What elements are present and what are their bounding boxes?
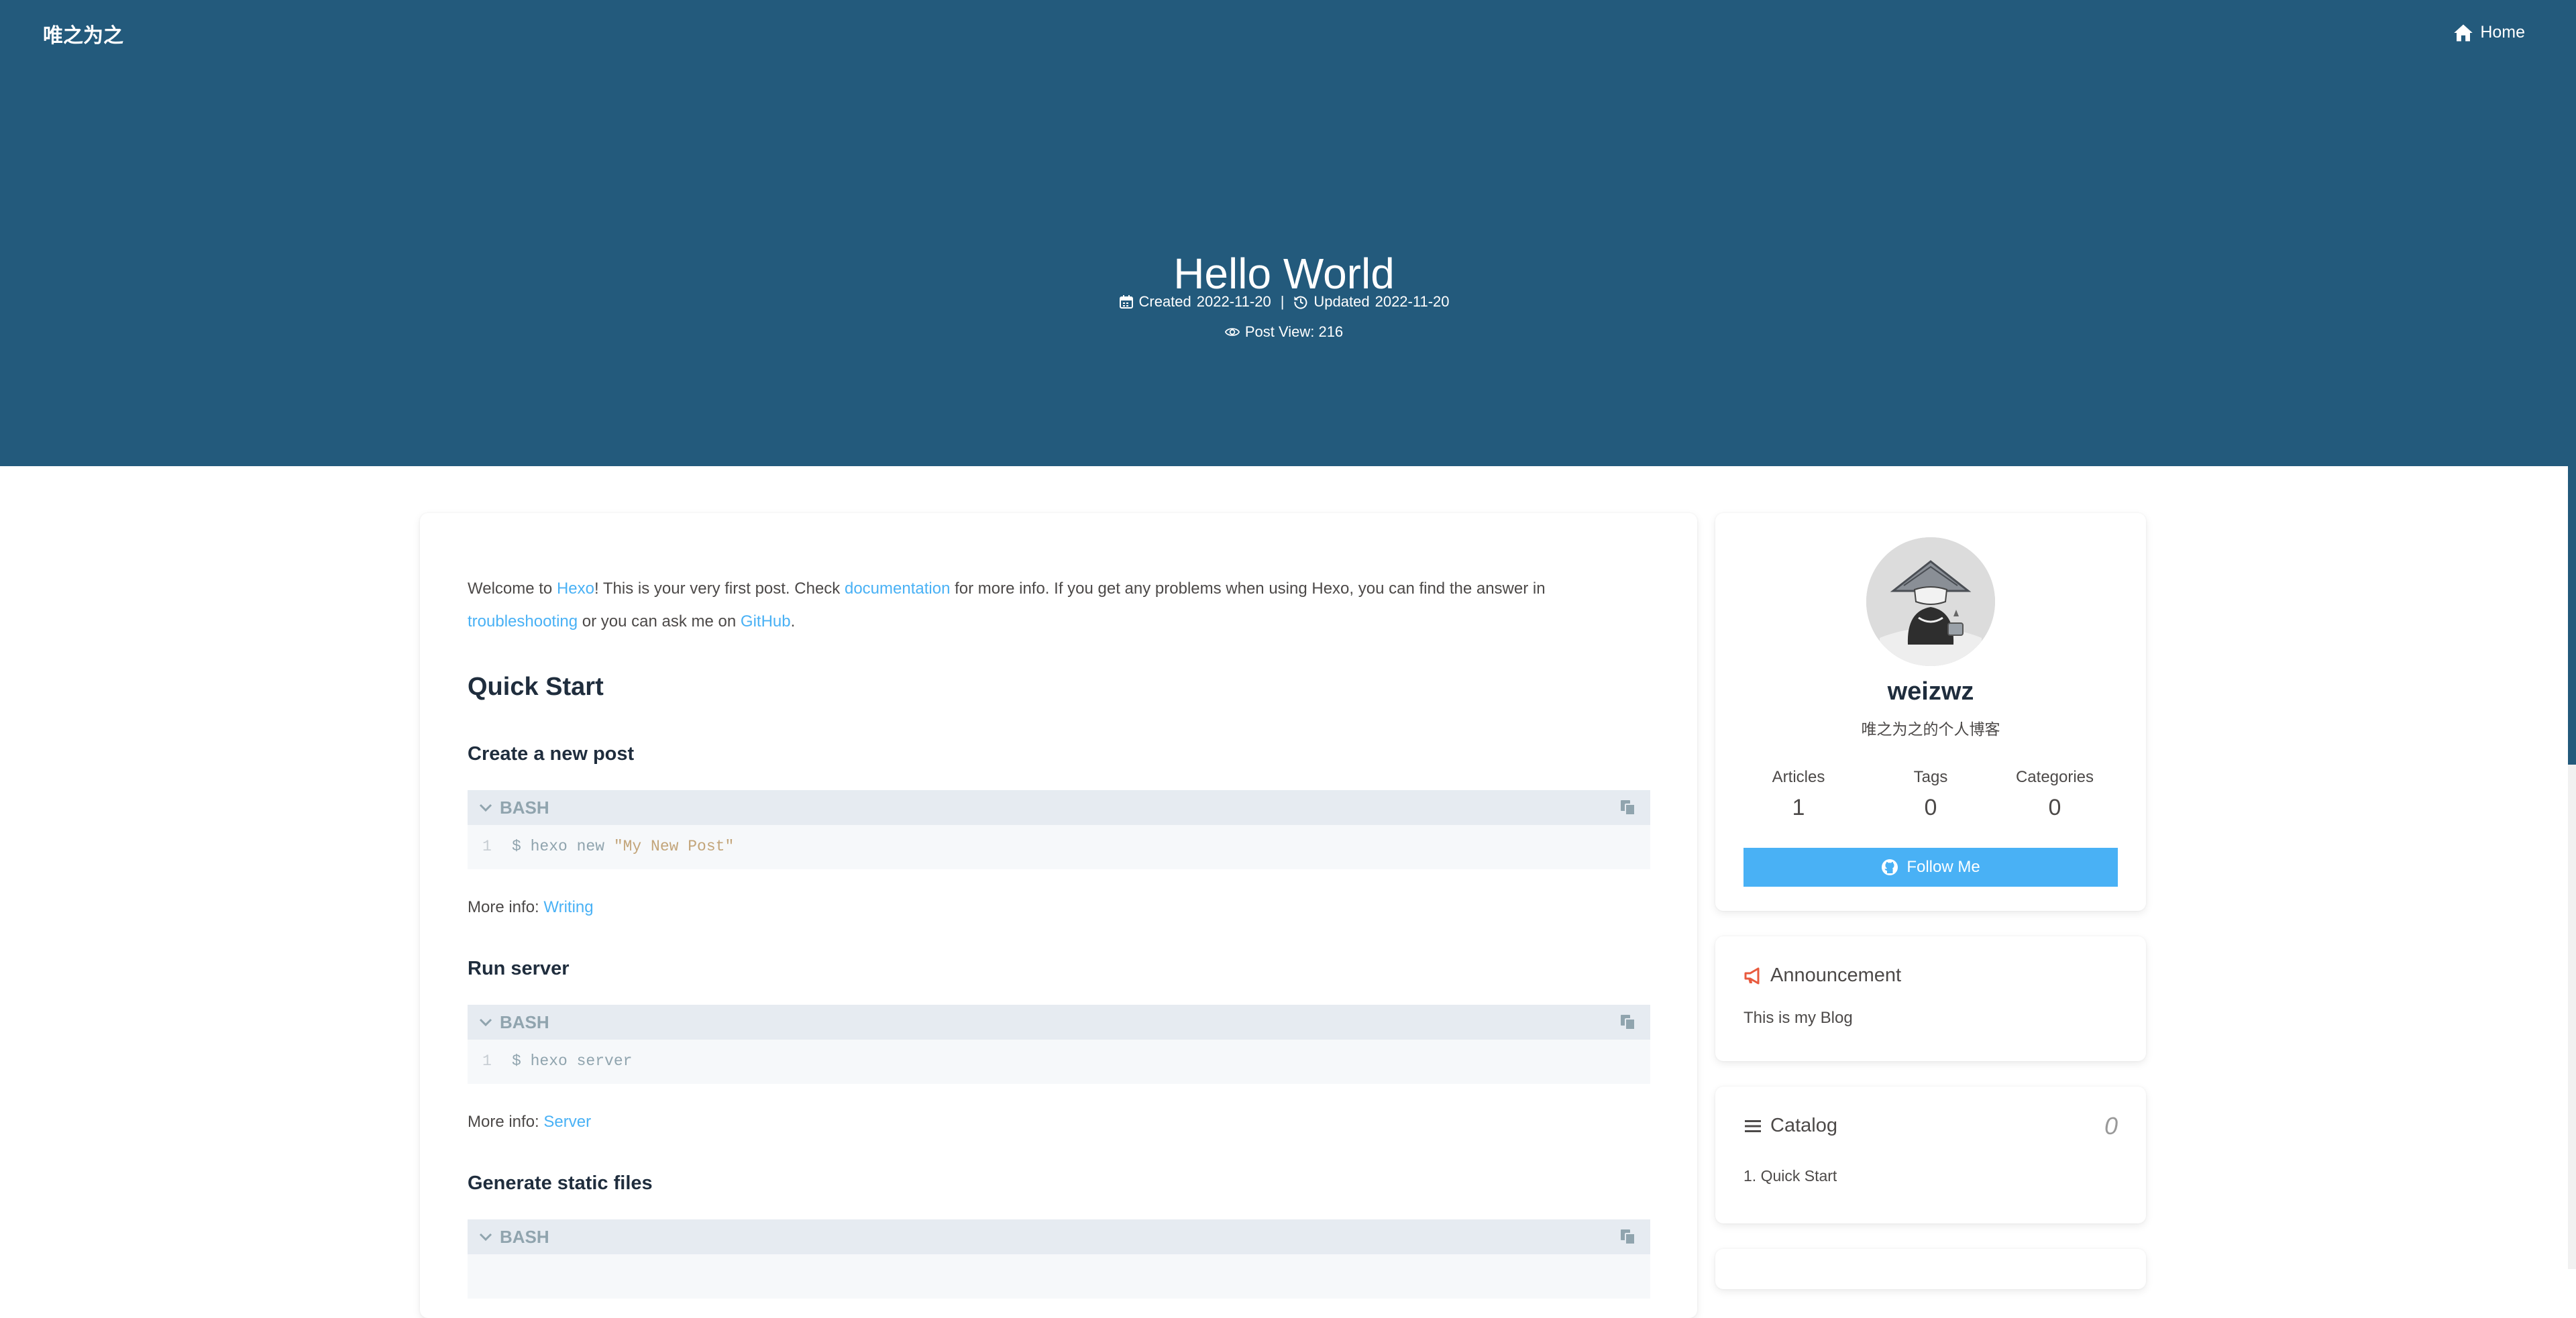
copy-icon[interactable] <box>1619 1228 1637 1246</box>
code-line-number: 1 <box>482 1052 492 1070</box>
stat-value: 0 <box>1924 795 1937 820</box>
heading-generate-static-files: Generate static files <box>468 1172 653 1194</box>
announcement-card: Announcement This is my Blog <box>1715 936 2146 1061</box>
history-icon <box>1294 296 1307 309</box>
troubleshooting-link[interactable]: troubleshooting <box>468 612 578 630</box>
code-string: "My New Post" <box>613 838 735 855</box>
follow-me-label: Follow Me <box>1907 858 1980 876</box>
site-name[interactable]: 唯之为之 <box>43 19 123 48</box>
intro-text-1: Welcome to <box>468 580 557 598</box>
heading-quick-start: Quick Start <box>468 673 604 701</box>
writing-link[interactable]: Writing <box>543 898 593 916</box>
code-text: $ hexo server <box>512 1052 632 1070</box>
created-label: Created <box>1138 293 1191 310</box>
copy-icon[interactable] <box>1619 799 1637 816</box>
list-icon <box>1745 1119 1761 1132</box>
stat-label: Articles <box>1772 768 1825 786</box>
calendar-icon <box>1119 295 1133 309</box>
page-header: 唯之为之 Home Hello World Created 2022-11-20… <box>0 0 2568 466</box>
aside-card-next <box>1715 1249 2146 1289</box>
copy-icon[interactable] <box>1619 1013 1637 1031</box>
server-link[interactable]: Server <box>543 1113 591 1131</box>
post-meta-views: Post View: 216 <box>0 323 2568 341</box>
intro-text-5: . <box>790 612 796 630</box>
stat-value: 0 <box>2048 795 2061 820</box>
intro-text-2: ! This is your very first post. Check <box>594 580 845 598</box>
code-block-header[interactable]: BASH <box>468 790 1650 825</box>
more-info-label: More info: <box>468 1113 544 1131</box>
nav-home-link[interactable]: Home <box>2453 23 2525 42</box>
bullhorn-icon <box>1744 967 1760 984</box>
catalog-title: Catalog <box>1743 1115 1837 1137</box>
chevron-down-icon[interactable] <box>478 1230 493 1244</box>
code-language-label: BASH <box>500 798 549 818</box>
eye-icon <box>1224 328 1240 336</box>
code-command: $ hexo new <box>512 838 614 855</box>
chevron-down-icon[interactable] <box>478 801 493 814</box>
stat-articles[interactable]: Articles 1 <box>1738 768 1859 821</box>
scrollbar-thumb[interactable] <box>2568 0 2576 765</box>
github-icon <box>1882 859 1898 875</box>
chevron-down-icon[interactable] <box>478 1015 493 1029</box>
heading-create-new-post: Create a new post <box>468 743 635 765</box>
code-block: BASH <box>468 1219 1650 1299</box>
catalog-card: Catalog 0 1. Quick Start <box>1715 1087 2146 1223</box>
code-command: $ hexo server <box>512 1052 633 1070</box>
follow-me-button[interactable]: Follow Me <box>1743 848 2118 887</box>
github-link[interactable]: GitHub <box>741 612 791 630</box>
updated-label: Updated <box>1313 293 1370 310</box>
catalog-title-text: Catalog <box>1770 1115 1837 1136</box>
code-line-number: 1 <box>482 838 492 855</box>
post-content-card: Welcome to Hexo! This is your very first… <box>420 513 1697 1318</box>
code-language-label: BASH <box>500 1012 549 1032</box>
announcement-title: Announcement <box>1743 965 1901 987</box>
stat-categories[interactable]: Categories 0 <box>1994 768 2115 821</box>
avatar[interactable] <box>1866 537 1995 666</box>
intro-text-3: for more info. If you get any problems w… <box>950 580 1546 598</box>
code-line: 1 $ hexo server <box>468 1040 1650 1084</box>
hexo-link[interactable]: Hexo <box>557 580 594 598</box>
more-info-label: More info: <box>468 898 544 916</box>
more-info-writing: More info: Writing <box>468 898 1650 917</box>
author-name: weizwz <box>1887 677 1974 706</box>
catalog-item-quick-start[interactable]: 1. Quick Start <box>1743 1167 1837 1185</box>
home-icon <box>2454 24 2473 41</box>
author-description: 唯之为之的个人博客 <box>1861 721 2000 738</box>
post-intro-paragraph: Welcome to Hexo! This is your very first… <box>468 572 1650 638</box>
catalog-progress-percent: 0 <box>2104 1112 2118 1140</box>
scrollbar-track[interactable] <box>2568 0 2576 1269</box>
more-info-server: More info: Server <box>468 1113 1650 1132</box>
announcement-text: This is my Blog <box>1743 1009 1853 1027</box>
code-language-label: BASH <box>500 1227 549 1247</box>
created-date: 2022-11-20 <box>1196 293 1271 310</box>
stat-value: 1 <box>1792 795 1805 820</box>
post-title: Hello World <box>1173 249 1395 298</box>
post-view-count: Post View: 216 <box>1244 323 1344 340</box>
code-block-header[interactable]: BASH <box>468 1219 1650 1254</box>
code-line: 1 $ hexo new "My New Post" <box>468 825 1650 869</box>
code-block: BASH 1 $ hexo new "My New Post" <box>468 790 1650 869</box>
intro-text-4: or you can ask me on <box>578 612 741 630</box>
post-meta-dates: Created 2022-11-20 | Updated 2022-11-20 <box>0 293 2568 311</box>
code-block-header[interactable]: BASH <box>468 1005 1650 1040</box>
announcement-title-text: Announcement <box>1770 965 1902 986</box>
author-info-card: weizwz 唯之为之的个人博客 Articles 1 Tags 0 Categ… <box>1715 513 2146 911</box>
avatar-image <box>1866 537 1995 666</box>
documentation-link[interactable]: documentation <box>845 580 950 598</box>
stat-label: Tags <box>1913 768 1948 786</box>
code-text: $ hexo new "My New Post" <box>512 838 734 855</box>
nav-home-label: Home <box>2480 23 2525 42</box>
stat-tags[interactable]: Tags 0 <box>1870 768 1991 821</box>
stat-label: Categories <box>2015 768 2094 786</box>
updated-date: 2022-11-20 <box>1375 293 1450 310</box>
meta-separator: | <box>1280 293 1285 310</box>
code-block: BASH 1 $ hexo server <box>468 1005 1650 1084</box>
heading-run-server: Run server <box>468 958 570 979</box>
